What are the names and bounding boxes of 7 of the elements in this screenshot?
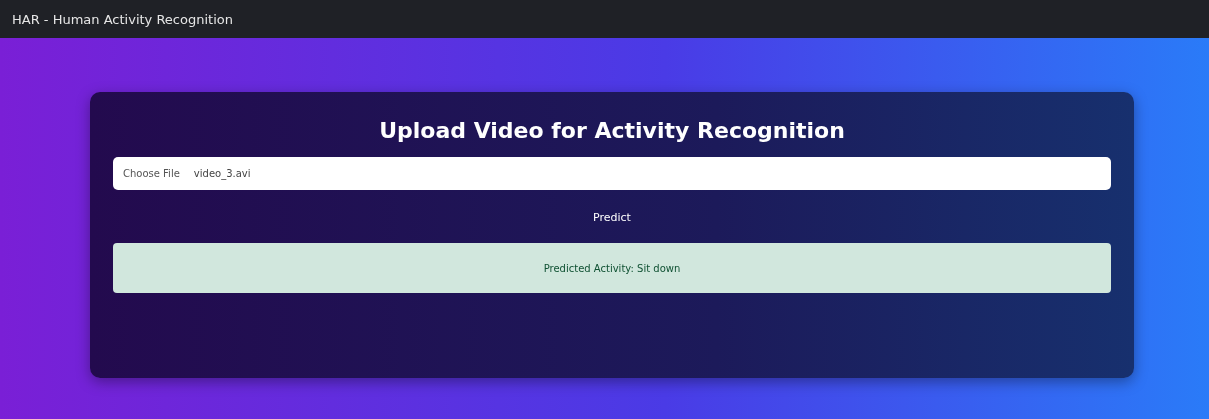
result-alert: Predicted Activity: Sit down	[113, 243, 1111, 293]
file-input[interactable]: Choose File video_3.avi	[113, 157, 1111, 190]
predict-button[interactable]: Predict	[585, 207, 639, 228]
file-name: video_3.avi	[193, 168, 251, 179]
navbar-title: HAR - Human Activity Recognition	[12, 11, 233, 27]
card-heading: Upload Video for Activity Recognition	[378, 118, 846, 143]
choose-file-button[interactable]: Choose File	[123, 168, 180, 179]
